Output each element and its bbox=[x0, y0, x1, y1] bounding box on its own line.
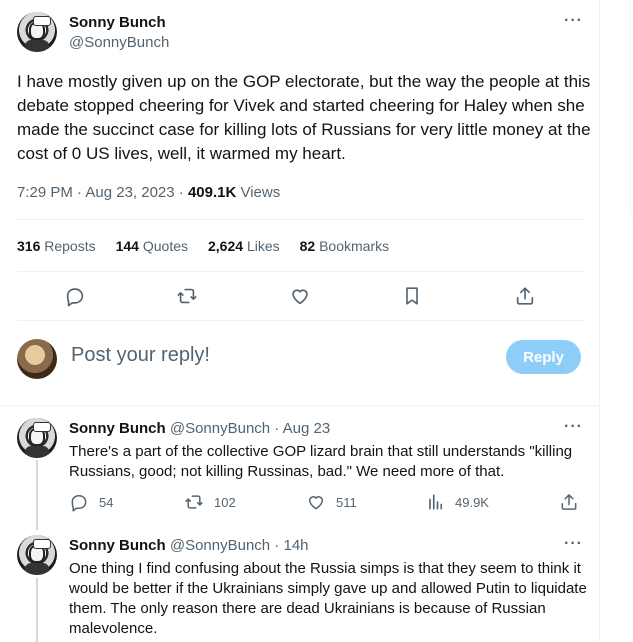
share-icon[interactable] bbox=[559, 492, 579, 512]
reply-input[interactable]: Post your reply! bbox=[71, 344, 210, 367]
author-name[interactable]: Sonny Bunch bbox=[69, 14, 166, 31]
reply-actions: 54 102 511 49.9K bbox=[69, 492, 589, 514]
like-count: 511 bbox=[336, 494, 357, 510]
tweet-meta: 7:29 PM · Aug 23, 2023 · 409.1K Views bbox=[17, 184, 280, 201]
stat-bookmarks[interactable]: 82 Bookmarks bbox=[300, 238, 390, 254]
reply-author-name[interactable]: Sonny Bunch bbox=[69, 537, 166, 554]
reply-text: One thing I find confusing about the Rus… bbox=[69, 560, 587, 637]
reply-timestamp[interactable]: · 14h bbox=[270, 537, 308, 554]
stat-quotes[interactable]: 144 Quotes bbox=[116, 238, 188, 254]
views-label: Views bbox=[236, 184, 281, 201]
repost-icon[interactable]: 102 bbox=[184, 492, 236, 512]
reply-count: 54 bbox=[99, 494, 114, 510]
reply-header: Sonny Bunch @SonnyBunch · 14h bbox=[69, 537, 309, 554]
reply-author-name[interactable]: Sonny Bunch bbox=[69, 420, 166, 437]
divider bbox=[17, 271, 584, 272]
tweet-timestamp[interactable]: 7:29 PM · Aug 23, 2023 · bbox=[17, 184, 188, 201]
more-icon[interactable]: ··· bbox=[564, 12, 583, 30]
more-icon[interactable]: ··· bbox=[564, 535, 583, 553]
reply-button[interactable]: Reply bbox=[506, 340, 581, 374]
stat-likes[interactable]: 2,624 Likes bbox=[208, 238, 280, 254]
like-icon[interactable]: 511 bbox=[306, 492, 357, 512]
more-icon[interactable]: ··· bbox=[564, 418, 583, 436]
tweet-detail-column: Sonny Bunch @SonnyBunch ··· I have mostl… bbox=[0, 0, 600, 642]
sidebar-edge bbox=[600, 0, 633, 642]
view-count: 49.9K bbox=[455, 494, 489, 510]
engagement-stats: 316 Reposts 144 Quotes 2,624 Likes 82 Bo… bbox=[17, 238, 389, 254]
author-handle[interactable]: @SonnyBunch bbox=[69, 34, 169, 51]
stat-reposts[interactable]: 316 Reposts bbox=[17, 238, 96, 254]
reply-icon[interactable] bbox=[61, 283, 89, 309]
user-avatar[interactable] bbox=[17, 339, 57, 379]
divider bbox=[17, 219, 584, 220]
thread-line bbox=[36, 460, 38, 530]
bookmark-icon[interactable] bbox=[398, 283, 426, 309]
tweet-actions bbox=[17, 283, 584, 309]
tweet-text: I have mostly given up on the GOP electo… bbox=[17, 72, 596, 163]
share-icon[interactable] bbox=[511, 283, 539, 309]
reply-icon[interactable]: 54 bbox=[69, 492, 113, 512]
reply-author-handle[interactable]: @SonnyBunch bbox=[170, 537, 270, 554]
analytics-icon[interactable]: 49.9K bbox=[425, 492, 489, 512]
repost-icon[interactable] bbox=[173, 283, 201, 309]
author-avatar[interactable] bbox=[17, 12, 57, 52]
reply-author-avatar[interactable] bbox=[17, 418, 57, 458]
divider bbox=[17, 320, 584, 321]
reply-timestamp[interactable]: · Aug 23 bbox=[270, 420, 330, 437]
reply-header: Sonny Bunch @SonnyBunch · Aug 23 bbox=[69, 420, 330, 437]
thread-line bbox=[36, 578, 38, 642]
like-icon[interactable] bbox=[286, 283, 314, 309]
reply-text: There's a part of the collective GOP liz… bbox=[69, 443, 573, 480]
reply-author-avatar[interactable] bbox=[17, 535, 57, 575]
repost-count: 102 bbox=[214, 494, 236, 510]
views-count: 409.1K bbox=[187, 184, 237, 201]
divider bbox=[0, 405, 600, 406]
reply-author-handle[interactable]: @SonnyBunch bbox=[170, 420, 270, 437]
